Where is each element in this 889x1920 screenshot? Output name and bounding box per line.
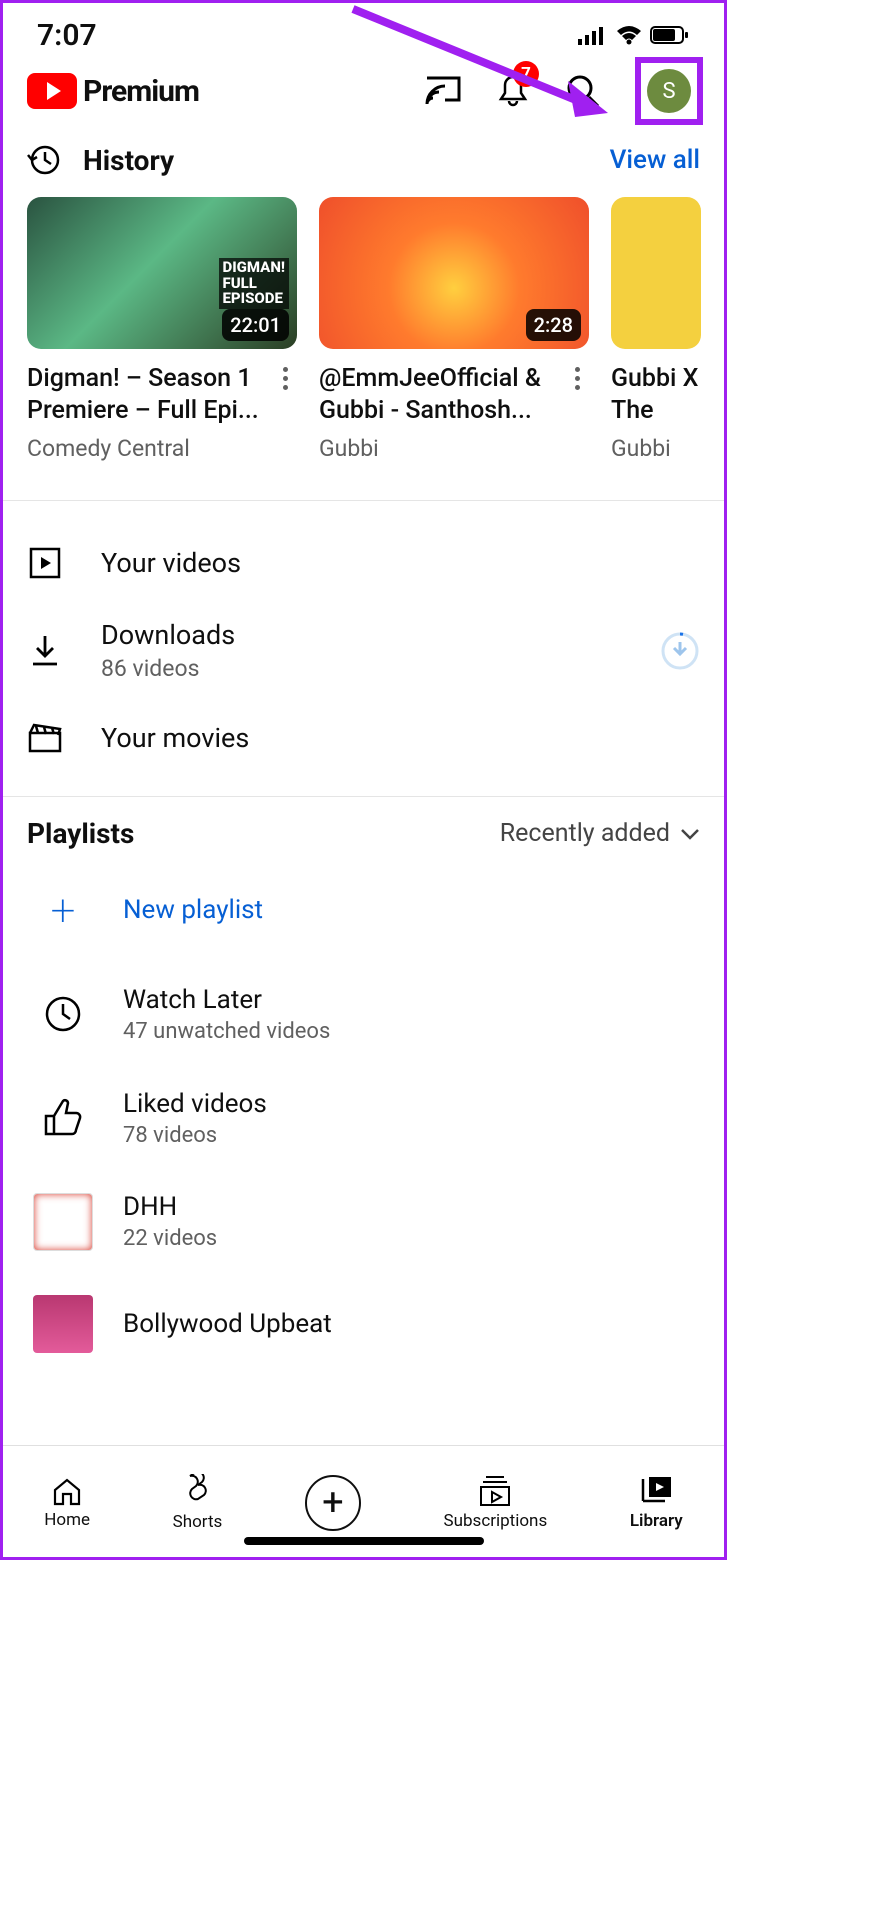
search-icon[interactable] — [565, 73, 601, 109]
nav-library[interactable]: Library — [630, 1475, 683, 1531]
plus-icon: + — [322, 1481, 344, 1525]
playlist-liked-videos[interactable]: Liked videos 78 videos — [27, 1066, 700, 1170]
downloads-row[interactable]: Downloads 86 videos — [27, 599, 700, 702]
playlists-title: Playlists — [27, 817, 134, 850]
battery-icon — [650, 25, 690, 45]
playlist-sub: 78 videos — [123, 1123, 267, 1148]
home-indicator — [244, 1537, 484, 1545]
video-duration: 2:28 — [526, 309, 581, 341]
cast-icon[interactable] — [425, 73, 461, 109]
playlist-name: Liked videos — [123, 1089, 267, 1119]
home-icon — [51, 1476, 83, 1506]
history-card[interactable]: Gubbi X The Beat Gubbi — [611, 197, 701, 462]
playlist-sub: 22 videos — [123, 1226, 217, 1251]
your-videos-icon — [27, 547, 63, 579]
download-icon — [27, 634, 63, 668]
video-channel: Gubbi — [319, 435, 589, 462]
history-title: History — [83, 144, 174, 177]
nav-subscriptions[interactable]: Subscriptions — [444, 1475, 548, 1531]
your-videos-row[interactable]: Your videos — [27, 527, 700, 599]
row-title: Your movies — [101, 722, 249, 754]
row-title: Downloads — [101, 619, 235, 651]
notifications-icon[interactable]: 7 — [495, 73, 531, 109]
chevron-down-icon — [680, 827, 700, 841]
notification-badge: 7 — [513, 61, 539, 87]
history-carousel[interactable]: DIGMAN! FULL EPISODE 22:01 Digman! – Sea… — [3, 191, 724, 490]
status-time: 7:07 — [37, 18, 97, 53]
status-bar: 7:07 — [3, 3, 724, 61]
movies-icon — [27, 723, 63, 753]
playlist-thumbnail — [33, 1193, 93, 1251]
plus-icon: + — [33, 880, 93, 940]
nav-label: Shorts — [173, 1512, 223, 1532]
history-card[interactable]: 2:28 @EmmJeeOfficial & Gubbi - Santhosh.… — [319, 197, 589, 462]
playlist-name: DHH — [123, 1192, 217, 1222]
history-icon — [27, 143, 61, 177]
row-subtitle: 86 videos — [101, 655, 235, 682]
playlist-bollywood-upbeat[interactable]: Bollywood Upbeat — [27, 1273, 700, 1375]
video-title: Digman! – Season 1 Premiere – Full Epi..… — [27, 363, 267, 427]
nav-label: Subscriptions — [444, 1511, 548, 1531]
status-icons — [578, 25, 690, 45]
playlist-thumbnail — [33, 1295, 93, 1353]
nav-label: Home — [44, 1510, 90, 1530]
clock-icon — [33, 984, 93, 1044]
cellular-icon — [578, 25, 608, 45]
playlists-header: Playlists Recently added — [27, 817, 700, 858]
more-options-icon[interactable] — [565, 363, 589, 390]
subscriptions-icon — [478, 1475, 512, 1507]
thumb-overlay-text: DIGMAN! FULL EPISODE — [219, 258, 290, 309]
new-playlist-row[interactable]: + New playlist — [27, 858, 700, 962]
nav-shorts[interactable]: Shorts — [173, 1474, 223, 1532]
video-thumbnail: DIGMAN! FULL EPISODE 22:01 — [27, 197, 297, 349]
history-view-all[interactable]: View all — [610, 145, 700, 175]
app-header: Premium 7 S — [3, 61, 724, 137]
wifi-icon — [616, 25, 642, 45]
youtube-icon — [27, 73, 77, 109]
row-title: Your videos — [101, 547, 241, 579]
playlist-sub: 47 unwatched videos — [123, 1019, 330, 1044]
library-icon — [639, 1475, 673, 1507]
video-thumbnail — [611, 197, 701, 349]
playlist-name: Bollywood Upbeat — [123, 1309, 332, 1339]
history-card[interactable]: DIGMAN! FULL EPISODE 22:01 Digman! – Sea… — [27, 197, 297, 462]
video-thumbnail: 2:28 — [319, 197, 589, 349]
playlists-sort[interactable]: Recently added — [500, 819, 700, 848]
nav-label: Library — [630, 1511, 683, 1531]
video-title: Gubbi X The Beat — [611, 363, 701, 427]
more-options-icon[interactable] — [273, 363, 297, 390]
video-title: @EmmJeeOfficial & Gubbi - Santhosh... — [319, 363, 559, 427]
thumbs-up-icon — [33, 1088, 93, 1148]
playlist-name: Watch Later — [123, 985, 330, 1015]
download-status-icon — [660, 631, 700, 671]
premium-label: Premium — [83, 74, 199, 109]
avatar-highlight: S — [635, 57, 703, 125]
your-movies-row[interactable]: Your movies — [27, 702, 700, 774]
sort-label: Recently added — [500, 819, 670, 848]
video-channel: Gubbi — [611, 435, 701, 462]
nav-create[interactable]: + — [305, 1475, 361, 1531]
video-channel: Comedy Central — [27, 435, 297, 462]
youtube-premium-logo[interactable]: Premium — [27, 73, 199, 109]
playlist-watch-later[interactable]: Watch Later 47 unwatched videos — [27, 962, 700, 1066]
nav-home[interactable]: Home — [44, 1476, 90, 1530]
playlist-name: New playlist — [123, 895, 263, 925]
account-avatar[interactable]: S — [647, 69, 691, 113]
video-duration: 22:01 — [222, 309, 289, 341]
shorts-icon — [182, 1474, 212, 1508]
playlist-dhh[interactable]: DHH 22 videos — [27, 1170, 700, 1273]
history-header: History View all — [3, 137, 724, 191]
